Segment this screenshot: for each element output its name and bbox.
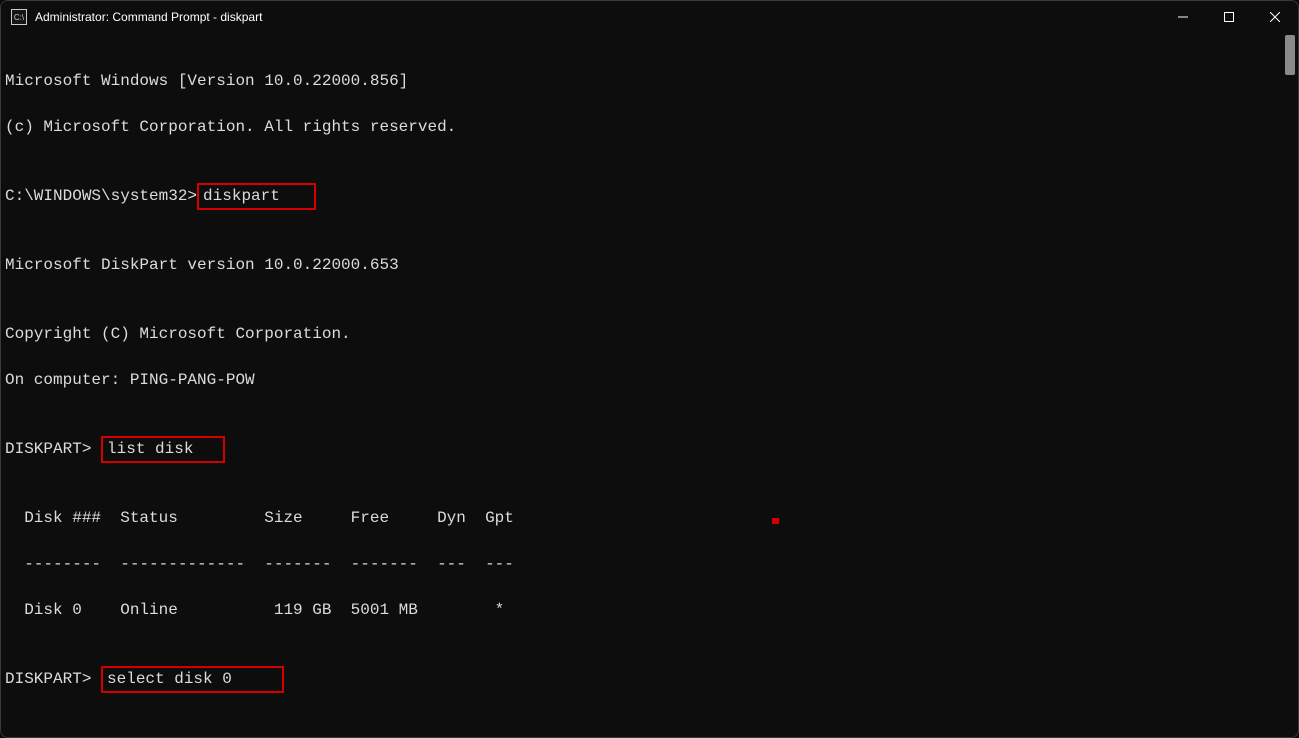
output-line: DISKPART> list disk <box>5 438 1298 461</box>
output-line: Microsoft DiskPart version 10.0.22000.65… <box>5 254 1298 277</box>
minimize-button[interactable] <box>1160 1 1206 33</box>
minimize-icon <box>1178 12 1188 22</box>
command-prompt-window: C:\ Administrator: Command Prompt - disk… <box>0 0 1299 738</box>
highlight-box: list disk <box>101 436 225 463</box>
table-divider: -------- ------------- ------- ------- -… <box>5 553 1298 576</box>
highlight-box: select disk 0 <box>101 666 284 693</box>
prompt-path: C:\WINDOWS\system32> <box>5 187 197 205</box>
diskpart-prompt: DISKPART> <box>5 670 101 688</box>
window-title: Administrator: Command Prompt - diskpart <box>35 10 262 24</box>
output-line: On computer: PING-PANG-POW <box>5 369 1298 392</box>
titlebar[interactable]: C:\ Administrator: Command Prompt - disk… <box>1 1 1298 33</box>
close-button[interactable] <box>1252 1 1298 33</box>
maximize-button[interactable] <box>1206 1 1252 33</box>
terminal-output[interactable]: Microsoft Windows [Version 10.0.22000.85… <box>1 33 1298 737</box>
scrollbar-thumb[interactable] <box>1285 35 1295 75</box>
maximize-icon <box>1224 12 1234 22</box>
scrollbar-track[interactable] <box>1282 33 1296 735</box>
diskpart-prompt: DISKPART> <box>5 440 101 458</box>
output-line: C:\WINDOWS\system32>diskpart <box>5 185 1298 208</box>
close-icon <box>1270 12 1280 22</box>
cmd-icon: C:\ <box>11 9 27 25</box>
output-line: Microsoft Windows [Version 10.0.22000.85… <box>5 70 1298 93</box>
output-line: (c) Microsoft Corporation. All rights re… <box>5 116 1298 139</box>
annotation-dot <box>772 518 779 524</box>
highlight-box: diskpart <box>197 183 316 210</box>
output-line: DISKPART> select disk 0 <box>5 668 1298 691</box>
table-header: Disk ### Status Size Free Dyn Gpt <box>5 507 1298 530</box>
output-line: Copyright (C) Microsoft Corporation. <box>5 323 1298 346</box>
table-row: Disk 0 Online 119 GB 5001 MB * <box>5 599 1298 622</box>
